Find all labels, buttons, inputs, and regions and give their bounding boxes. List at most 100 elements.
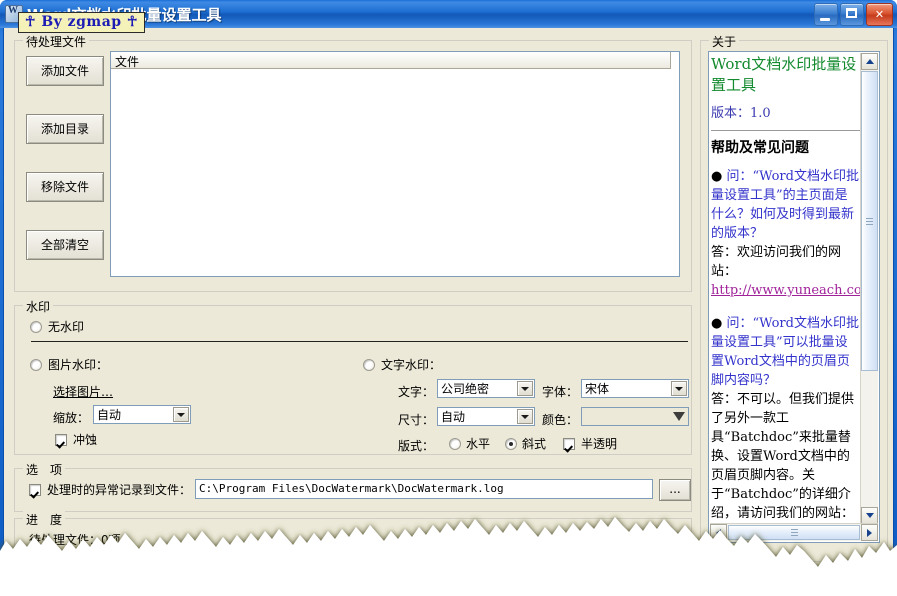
maximize-button[interactable] [840, 3, 864, 26]
chevron-down-icon[interactable] [671, 381, 687, 396]
size-combo[interactable]: 自动 [437, 407, 535, 426]
progress-group-title: 进 度 [23, 511, 66, 528]
log-path-input[interactable]: C:\Program Files\DocWatermark\DocWaterma… [195, 479, 653, 499]
about-product-title: Word文档水印批量设置工具 [711, 55, 857, 94]
text-watermark-radio[interactable] [363, 358, 375, 371]
application-window: Word文档水印批量设置工具 ✕ 待处理文件 添加文件 添加目录 移除文件 全部… [0, 0, 897, 596]
log-exception-label: 处理时的异常记录到文件： [47, 483, 192, 497]
faq-link[interactable]: http://www.yuneach.com/sof [711, 283, 860, 298]
scroll-left-button[interactable] [710, 524, 727, 541]
text-watermark-label: 文字水印： [381, 358, 442, 372]
about-vertical-scrollbar[interactable] [860, 53, 878, 541]
chevron-down-icon[interactable] [517, 409, 533, 424]
about-group: 关于 Word文档水印批量设置工具 版本：1.0 帮助及常见问题 ● 问：“Wo… [700, 33, 888, 562]
faq-answer: 答：不可以。但我们提供了另外一款工具“Batchdoc”来批量替换、设置Word… [711, 392, 855, 521]
washout-option[interactable]: 冲蚀 [55, 431, 97, 448]
layout-horizontal-radio[interactable] [449, 437, 461, 450]
semitransparent-option[interactable]: 半透明 [563, 435, 617, 452]
watermark-group-title: 水印 [23, 298, 54, 315]
about-group-title: 关于 [709, 33, 740, 50]
no-watermark-radio[interactable] [30, 320, 42, 333]
font-combo[interactable]: 宋体 [581, 379, 689, 398]
choose-image-link[interactable]: 选择图片… [53, 383, 113, 400]
scroll-grip-icon [790, 529, 798, 536]
font-value: 宋体 [585, 382, 610, 396]
author-tooltip: ☥ By zgmap ☥ [18, 12, 145, 33]
text-watermark-option[interactable]: 文字水印： [363, 356, 441, 373]
faq-answer: 答：欢迎访问我们的网站： [711, 245, 842, 279]
size-value: 自动 [441, 410, 466, 424]
file-list-column-header[interactable]: 文件 [111, 52, 671, 69]
browse-log-path-button[interactable]: ... [659, 479, 691, 501]
chevron-down-icon[interactable] [173, 407, 189, 422]
text-value: 公司绝密 [441, 382, 490, 396]
layout-diagonal-radio[interactable] [505, 437, 517, 450]
scroll-down-button[interactable] [861, 507, 878, 524]
color-label: 颜色： [542, 413, 579, 427]
faq-question: 问：“Word文档水印批量设置工具”可以批量设置Word文档中的页眉页脚内容吗？ [711, 316, 859, 388]
image-watermark-radio[interactable] [30, 358, 42, 371]
washout-checkbox[interactable] [55, 433, 67, 446]
no-watermark-label: 无水印 [48, 320, 85, 334]
faq-item: ● 问：“Word文档水印批量设置工具”可以批量设置Word文档中的页眉页脚内容… [711, 314, 860, 524]
watermark-group: 水印 无水印 图片水印： 选择图片… 缩放： 自动 冲蚀 文字水印： 文字： 公… [14, 298, 692, 455]
watermark-divider [31, 341, 688, 342]
scroll-right-button[interactable] [861, 524, 878, 541]
layout-diagonal-label: 斜式 [522, 437, 547, 451]
client-area: 待处理文件 添加文件 添加目录 移除文件 全部清空 文件 水印 无水印 图片水印… [3, 28, 894, 594]
faq-bullet-icon: ● [711, 316, 723, 331]
about-version-value: 1.0 [750, 106, 771, 121]
scale-label: 缩放： [53, 411, 90, 425]
about-version-label: 版本： [711, 106, 751, 121]
pending-files-group-title: 待处理文件 [23, 33, 90, 50]
semitransparent-label: 半透明 [581, 437, 618, 451]
pending-files-group: 待处理文件 添加文件 添加目录 移除文件 全部清空 文件 [14, 33, 692, 292]
layout-horizontal-option[interactable]: 水平 [449, 435, 490, 452]
options-group-title: 选 项 [23, 461, 66, 478]
file-list[interactable]: 文件 [110, 51, 680, 277]
washout-label: 冲蚀 [73, 433, 98, 447]
about-text-body: Word文档水印批量设置工具 版本：1.0 帮助及常见问题 ● 问：“Word文… [711, 54, 860, 524]
window-controls: ✕ [814, 3, 893, 26]
text-field-label: 文字： [398, 385, 435, 399]
add-folder-button[interactable]: 添加目录 [26, 114, 104, 144]
layout-label: 版式： [398, 439, 435, 453]
clear-all-button[interactable]: 全部清空 [26, 230, 104, 260]
progress-status-text: 待处理文件：0项 [29, 533, 121, 547]
about-horizontal-scrollbar[interactable] [710, 523, 878, 541]
about-help-heading: 帮助及常见问题 [711, 140, 809, 156]
scroll-grip-icon [866, 217, 873, 225]
layout-diagonal-option[interactable]: 斜式 [505, 435, 546, 452]
progress-group: 进 度 待处理文件：0项 [14, 511, 692, 562]
chevron-down-icon[interactable] [517, 381, 533, 396]
scale-combo[interactable]: 自动 [93, 405, 191, 424]
options-group: 选 项 处理时的异常记录到文件： C:\Program Files\DocWat… [14, 461, 692, 512]
color-combo[interactable] [581, 407, 689, 426]
faq-question: 问：“Word文档水印批量设置工具”的主页面是什么？如何及时得到最新的版本？ [711, 169, 859, 241]
layout-horizontal-label: 水平 [466, 437, 491, 451]
start-batch-button[interactable]: 批量设置 [249, 567, 346, 594]
about-version-line: 版本：1.0 [711, 102, 860, 121]
text-combo[interactable]: 公司绝密 [437, 379, 535, 398]
close-button[interactable]: ✕ [866, 3, 893, 26]
add-file-button[interactable]: 添加文件 [26, 56, 104, 86]
about-separator [711, 130, 860, 131]
scroll-up-button[interactable] [861, 53, 878, 70]
image-watermark-label: 图片水印： [48, 358, 109, 372]
scale-value: 自动 [97, 408, 122, 422]
size-label: 尺寸： [398, 413, 435, 427]
image-watermark-option[interactable]: 图片水印： [30, 356, 108, 373]
faq-item: ● 问：“Word文档水印批量设置工具”的主页面是什么？如何及时得到最新的版本？… [711, 167, 860, 300]
about-content-panel[interactable]: Word文档水印批量设置工具 版本：1.0 帮助及常见问题 ● 问：“Word文… [708, 51, 880, 543]
minimize-button[interactable] [814, 3, 838, 26]
font-label: 字体： [542, 385, 579, 399]
exit-button[interactable]: 退出 [407, 567, 479, 594]
semitransparent-checkbox[interactable] [563, 437, 575, 450]
remove-file-button[interactable]: 移除文件 [26, 172, 104, 202]
horizontal-scroll-thumb[interactable] [728, 525, 860, 540]
log-exception-option[interactable]: 处理时的异常记录到文件： [29, 481, 191, 498]
vertical-scroll-thumb[interactable] [861, 71, 878, 371]
log-exception-checkbox[interactable] [29, 483, 41, 496]
color-dropdown-icon[interactable] [671, 409, 687, 424]
no-watermark-option[interactable]: 无水印 [30, 318, 84, 335]
